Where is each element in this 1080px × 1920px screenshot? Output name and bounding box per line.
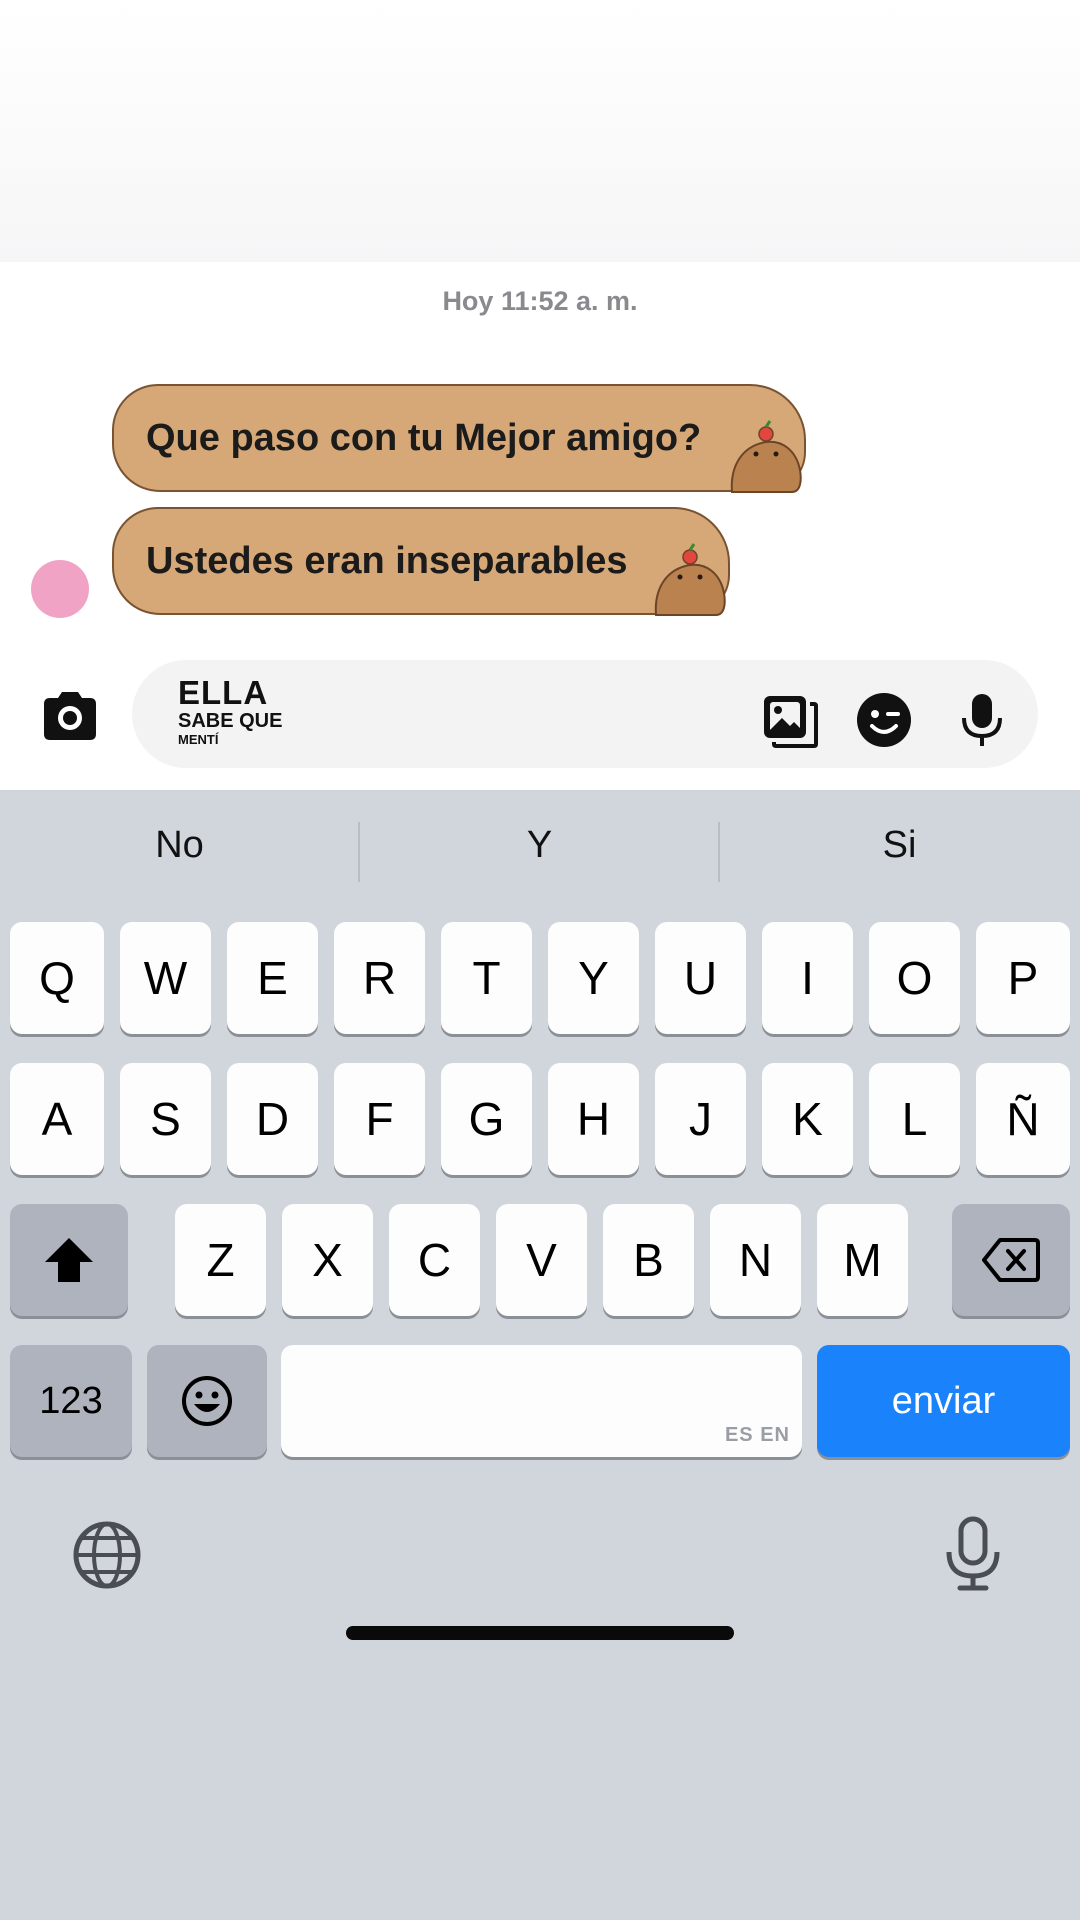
key-u[interactable]: U <box>655 922 746 1034</box>
key-p[interactable]: P <box>976 922 1070 1034</box>
sticker-preview[interactable]: ELLA SABE QUE MENTÍ <box>178 676 282 746</box>
key-x[interactable]: X <box>282 1204 373 1316</box>
key-e[interactable]: E <box>227 922 318 1034</box>
suggestion-item[interactable]: Si <box>720 824 1079 867</box>
key-i[interactable]: I <box>762 922 853 1034</box>
home-indicator[interactable] <box>346 1626 734 1640</box>
key-g[interactable]: G <box>441 1063 532 1175</box>
message-timestamp: Hoy 11:52 a. m. <box>442 286 638 316</box>
keyboard: No Y Si Q W E R T Y U I O P A S D F G H … <box>0 790 1080 1658</box>
key-c[interactable]: C <box>389 1204 480 1316</box>
backspace-icon <box>982 1238 1040 1282</box>
key-y[interactable]: Y <box>548 922 639 1034</box>
message-bubble[interactable]: Ustedes eran inseparables <box>112 507 730 616</box>
bottom-area <box>0 1658 1080 1920</box>
key-t[interactable]: T <box>441 922 532 1034</box>
message-input[interactable]: ELLA SABE QUE MENTÍ <box>132 660 1038 768</box>
microphone-icon[interactable] <box>952 690 1012 750</box>
avatar[interactable] <box>31 560 89 618</box>
capybara-icon <box>730 420 802 493</box>
key-v[interactable]: V <box>496 1204 587 1316</box>
key-s[interactable]: S <box>120 1063 211 1175</box>
numbers-key[interactable]: 123 <box>10 1345 132 1457</box>
key-enye[interactable]: Ñ <box>976 1063 1070 1175</box>
space-key[interactable]: ES EN <box>281 1345 802 1457</box>
emoji-icon <box>182 1376 232 1426</box>
language-hint: ES EN <box>724 1424 790 1446</box>
key-z[interactable]: Z <box>175 1204 266 1316</box>
sticker-icon[interactable] <box>854 690 914 750</box>
key-w[interactable]: W <box>120 922 211 1034</box>
header-area <box>0 0 1080 262</box>
key-a[interactable]: A <box>10 1063 104 1175</box>
key-j[interactable]: J <box>655 1063 746 1175</box>
key-r[interactable]: R <box>334 922 425 1034</box>
capybara-icon <box>654 543 726 616</box>
composer: ELLA SABE QUE MENTÍ <box>0 650 1080 780</box>
message-text: Que paso con tu Mejor amigo? <box>146 416 702 459</box>
message-bubble[interactable]: Que paso con tu Mejor amigo? <box>112 384 806 493</box>
key-o[interactable]: O <box>869 922 960 1034</box>
message-text: Ustedes eran inseparables <box>146 539 628 582</box>
suggestion-bar: No Y Si <box>0 790 1080 920</box>
key-l[interactable]: L <box>869 1063 960 1175</box>
key-f[interactable]: F <box>334 1063 425 1175</box>
globe-icon[interactable] <box>72 1520 142 1590</box>
dictation-icon[interactable] <box>940 1516 1006 1592</box>
key-k[interactable]: K <box>762 1063 853 1175</box>
emoji-key[interactable] <box>147 1345 267 1457</box>
key-d[interactable]: D <box>227 1063 318 1175</box>
key-b[interactable]: B <box>603 1204 694 1316</box>
camera-icon[interactable] <box>40 686 100 746</box>
key-h[interactable]: H <box>548 1063 639 1175</box>
shift-icon <box>45 1238 93 1282</box>
gallery-icon[interactable] <box>760 690 820 750</box>
key-m[interactable]: M <box>817 1204 908 1316</box>
key-n[interactable]: N <box>710 1204 801 1316</box>
suggestion-item[interactable]: No <box>0 824 359 867</box>
key-q[interactable]: Q <box>10 922 104 1034</box>
backspace-key[interactable] <box>952 1204 1070 1316</box>
shift-key[interactable] <box>10 1204 128 1316</box>
send-key[interactable]: enviar <box>817 1345 1070 1457</box>
suggestion-item[interactable]: Y <box>360 824 719 867</box>
